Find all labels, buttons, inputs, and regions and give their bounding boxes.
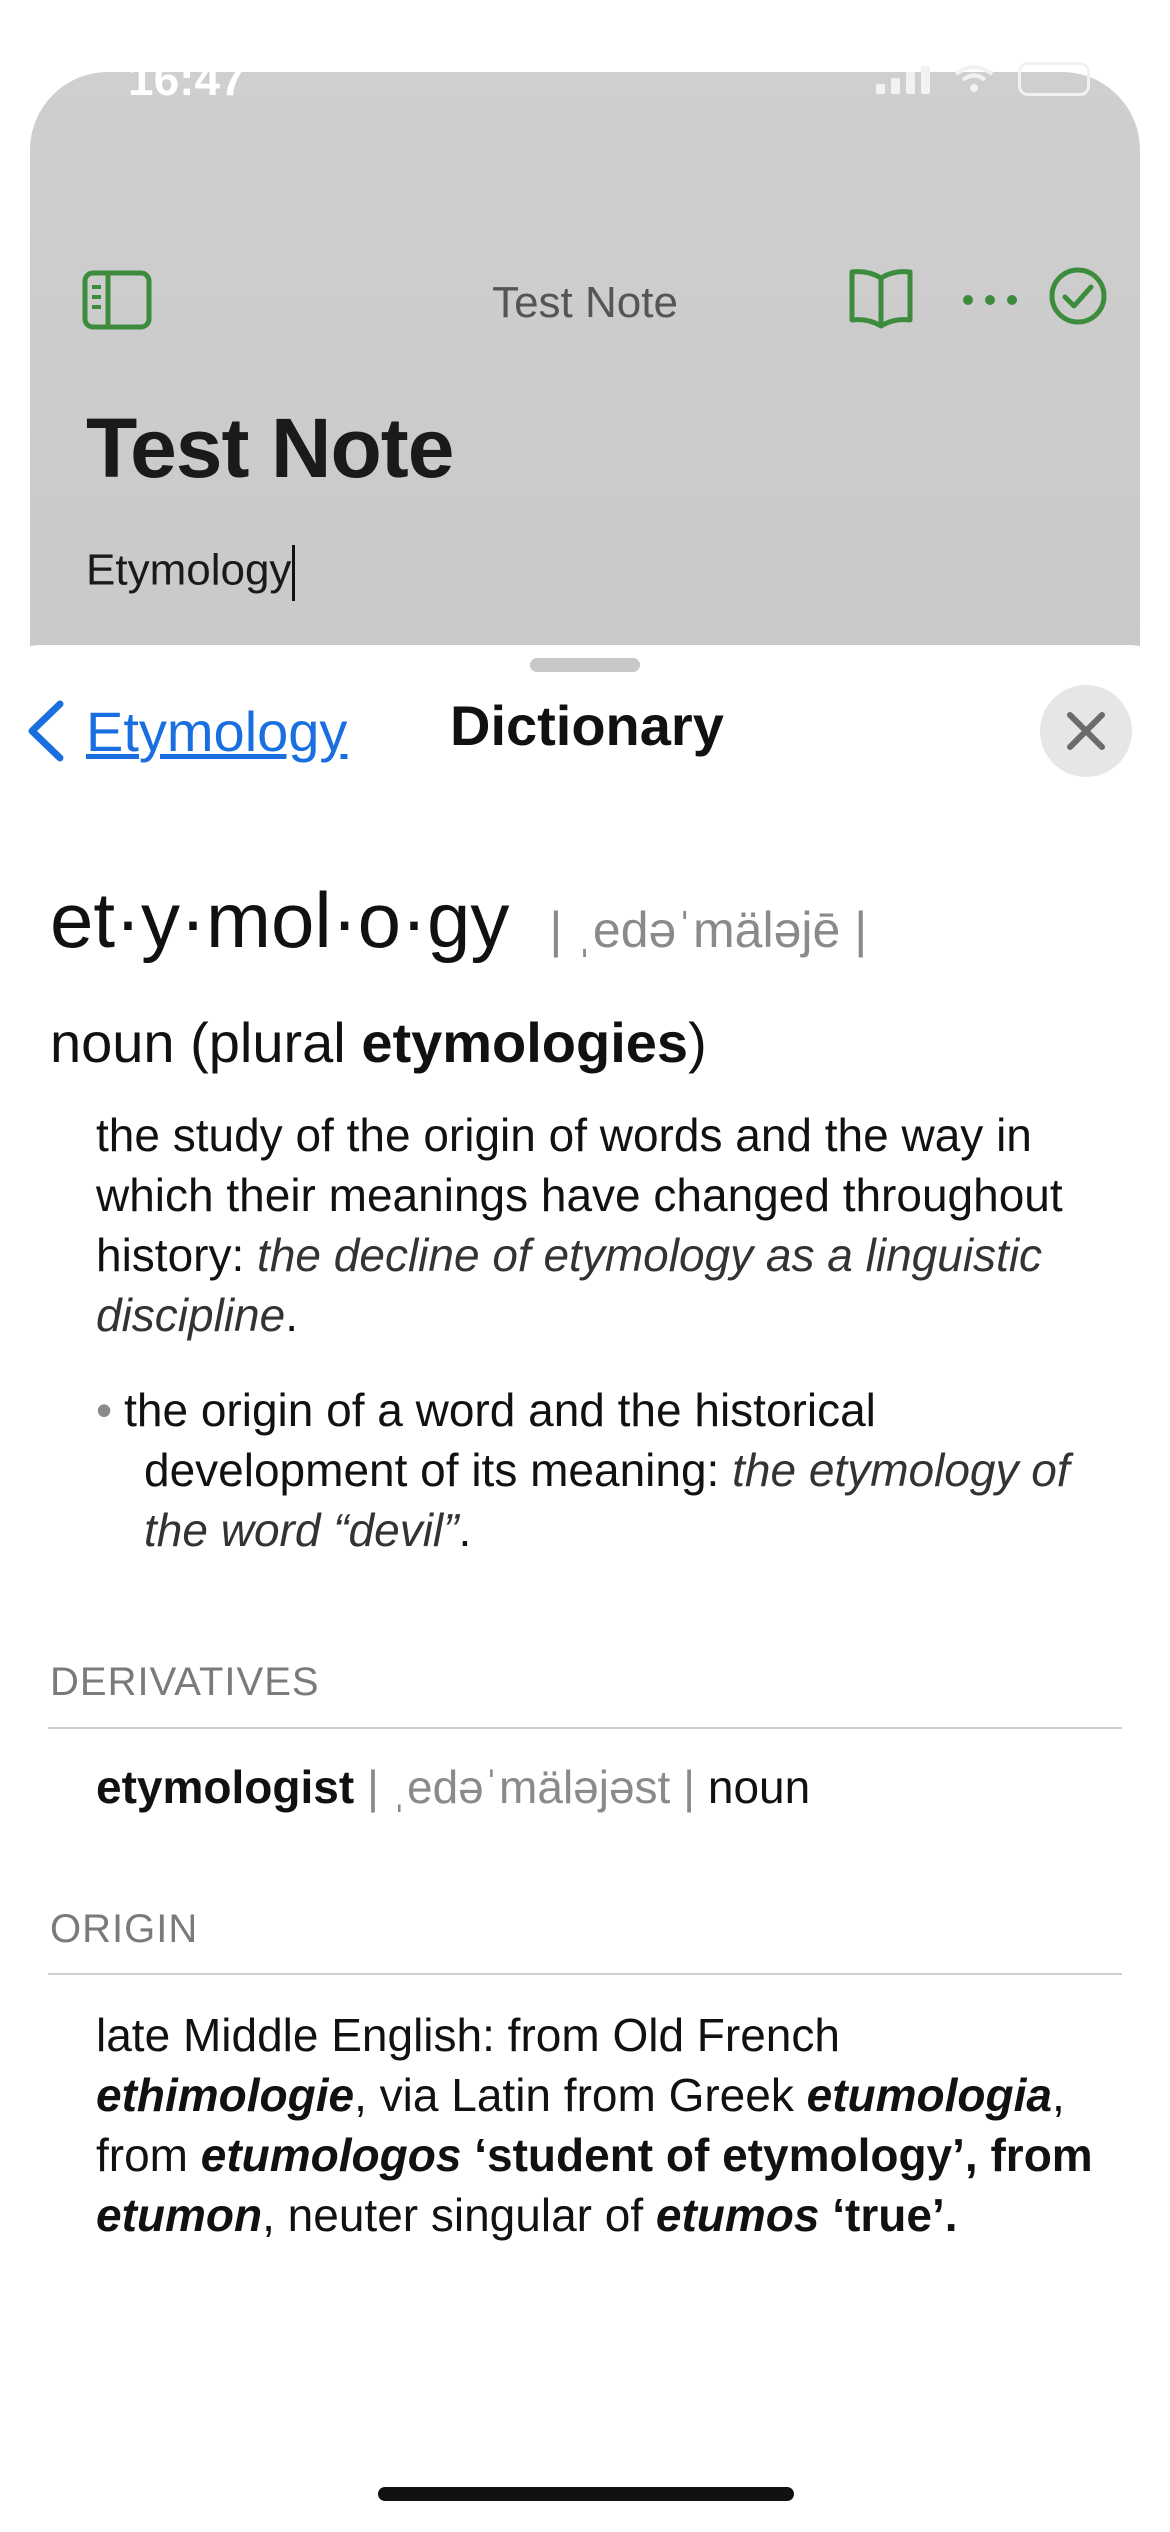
note-heading[interactable]: Test Note (86, 400, 454, 497)
definition-2-end: . (458, 1504, 472, 1556)
home-indicator[interactable] (378, 2487, 794, 2501)
origin-term: etumologos (200, 2129, 462, 2181)
derivative-pos: noun (707, 1761, 811, 1813)
origin-gloss: ‘true’. (819, 2189, 958, 2241)
origin-term: etumos (655, 2189, 820, 2241)
dictionary-sheet: Etymology Dictionary et·y·mol·o·gy | ˌed… (0, 645, 1170, 2532)
reader-button[interactable] (848, 266, 914, 330)
back-button[interactable]: Etymology (22, 691, 347, 771)
origin-text: late Middle English: from Old French eth… (96, 2005, 1120, 2245)
more-button[interactable] (960, 270, 1020, 330)
origin-label: ORIGIN (50, 1907, 199, 1951)
derivatives-label: DERIVATIVES (50, 1660, 320, 1704)
note-body[interactable]: Etymology (86, 545, 296, 601)
pos-suffix: ) (688, 1011, 707, 1074)
divider (48, 1727, 1122, 1729)
text-cursor (292, 545, 296, 601)
back-label: Etymology (86, 699, 348, 763)
origin-segment: , neuter singular of (262, 2189, 656, 2241)
signal-icon (876, 64, 930, 94)
origin-term: etumologia (806, 2069, 1052, 2121)
origin-segment: late Middle English: from Old French (96, 2009, 840, 2061)
wifi-icon (954, 65, 994, 92)
headword: et·y·mol·o·gy (50, 876, 510, 964)
origin-gloss: ‘student of etymology’, from (461, 2129, 1093, 2181)
derivative-entry: etymologist | ˌedəˈmäləjəst | noun (96, 1760, 810, 1814)
book-icon (849, 269, 913, 329)
part-of-speech: noun (plural etymologies) (50, 1010, 1120, 1075)
headword-line: et·y·mol·o·gy | ˌedəˈmäləjē | (50, 875, 1120, 966)
done-button[interactable] (1048, 266, 1108, 326)
origin-segment: , via Latin from Greek (354, 2069, 807, 2121)
ellipsis-icon (963, 295, 1017, 305)
status-time: 16:47 (128, 53, 246, 105)
definition-1-end: . (285, 1289, 298, 1341)
definition-2: • the origin of a word and the historical… (96, 1380, 1110, 1560)
bullet: • (96, 1384, 113, 1436)
status-icons (876, 62, 1090, 96)
derivative-pronunciation: | ˌedəˈmäləjəst | (366, 1761, 696, 1813)
checkmark-circle-icon (1049, 267, 1107, 325)
battery-icon (1018, 62, 1090, 96)
pos-label: noun (plural (50, 1011, 362, 1074)
pronunciation: | ˌedəˈmäləjē | (549, 902, 868, 958)
origin-term: etumon (96, 2189, 263, 2241)
close-button[interactable] (1040, 685, 1132, 777)
plural-form: etymologies (361, 1011, 689, 1074)
note-toolbar: Test Note (0, 267, 1170, 350)
derivative-word: etymologist (96, 1761, 355, 1813)
definition-1: the study of the origin of words and the… (96, 1105, 1110, 1345)
divider (48, 1973, 1122, 1975)
chevron-left-icon (28, 700, 64, 762)
sheet-title: Dictionary (450, 694, 724, 757)
origin-term: ethimologie (96, 2069, 355, 2121)
close-icon (1067, 712, 1105, 750)
note-body-text: Etymology (86, 545, 292, 595)
sheet-grabber[interactable] (530, 658, 640, 672)
